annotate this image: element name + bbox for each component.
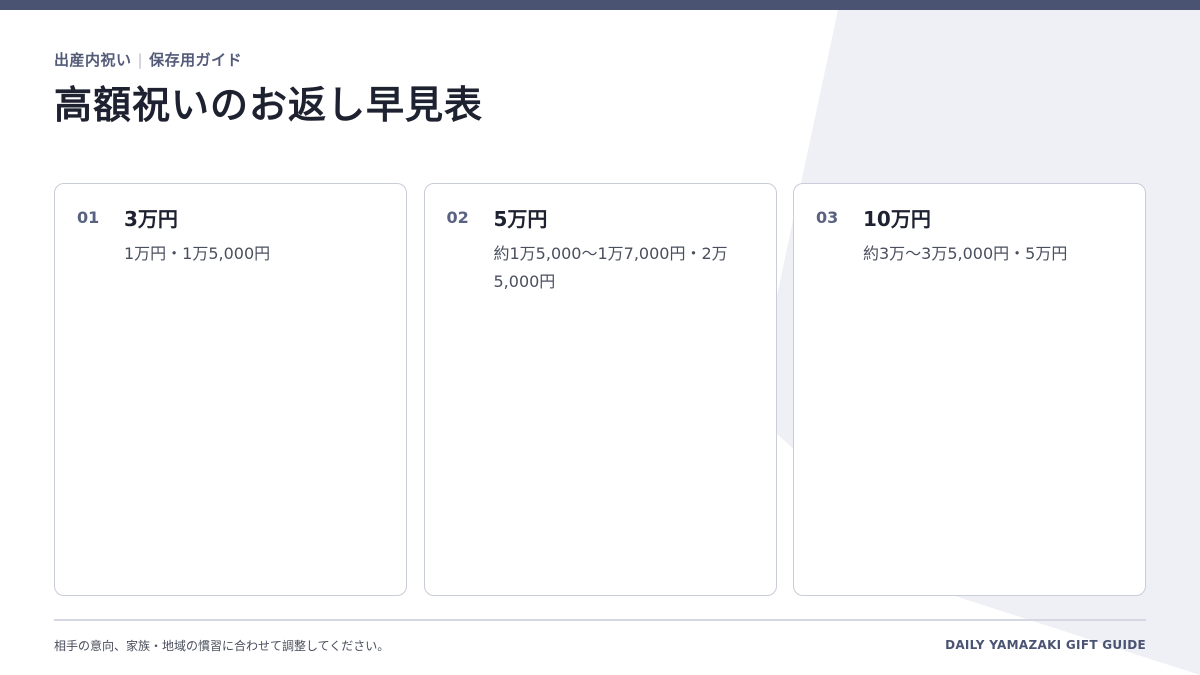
card-number: 01 — [77, 208, 100, 227]
amount-card: 01 3万円 1万円・1万5,000円 — [54, 183, 407, 596]
card-amount: 3万円 — [124, 207, 178, 231]
header-separator: | — [137, 51, 144, 69]
amount-card: 02 5万円 約1万5,000〜1万7,000円・2万5,000円 — [423, 183, 777, 596]
top-accent-bar — [0, 0, 1200, 10]
footer-note: 相手の意向、家族・地域の慣習に合わせて調整してください。 — [54, 639, 390, 653]
card-amount: 5万円 — [493, 207, 548, 231]
card-description: 約1万5,000〜1万7,000円・2万5,000円 — [493, 244, 728, 291]
card-description: 1万円・1万5,000円 — [124, 244, 271, 263]
card-number: 03 — [816, 208, 839, 227]
footer-divider — [54, 619, 1146, 621]
amount-card: 03 10万円 約3万〜3万5,000円・5万円 — [793, 183, 1146, 596]
card-amount: 10万円 — [863, 207, 931, 231]
header-subtitle: 出産内祝い | 保存用ガイド — [54, 49, 242, 70]
card-description: 約3万〜3万5,000円・5万円 — [863, 244, 1068, 263]
card-list: 01 3万円 1万円・1万5,000円 02 5万円 約1万5,000〜1万7,… — [54, 183, 1146, 596]
header-subcategory: 保存用ガイド — [149, 51, 243, 69]
page-title: 高額祝いのお返し早見表 — [54, 83, 484, 127]
page: 出産内祝い | 保存用ガイド 高額祝いのお返し早見表 01 3万円 1万円・1万5,… — [0, 0, 1200, 675]
footer-brand: DAILY YAMAZAKI GIFT GUIDE — [945, 638, 1146, 652]
card-number: 02 — [446, 208, 469, 227]
header-category: 出産内祝い — [54, 51, 132, 69]
